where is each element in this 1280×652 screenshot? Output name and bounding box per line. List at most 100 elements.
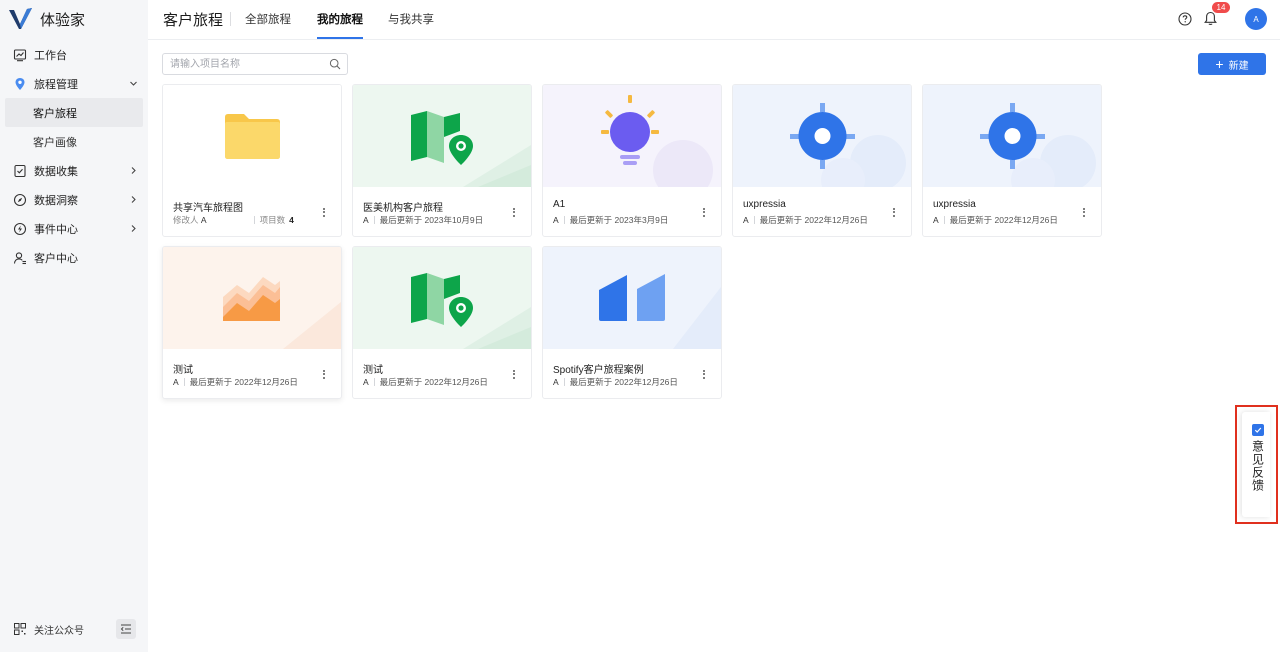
sidebar-item-label: 事件中心 — [34, 223, 78, 236]
card-thumbnail — [543, 85, 721, 187]
app-logo[interactable]: 体验家 — [8, 6, 85, 32]
journey-card[interactable]: uxpressia A 最后更新于 2022年12月26日 — [732, 84, 912, 237]
card-meta: 修改人 A 项目数 4 — [173, 214, 294, 226]
card-thumbnail — [353, 85, 531, 187]
more-options-icon[interactable] — [508, 205, 520, 219]
more-options-icon[interactable] — [698, 367, 710, 381]
card-title: A1 — [553, 199, 566, 210]
sidebar-item-label: 客户中心 — [34, 252, 78, 265]
feedback-highlight: 意见反馈 — [1235, 405, 1278, 524]
card-thumbnail — [733, 85, 911, 187]
chevron-right-icon — [128, 224, 138, 234]
card-updated: 最后更新于 2022年12月26日 — [759, 215, 868, 225]
sidebar-item-data-insight[interactable]: 数据洞察 — [0, 185, 148, 214]
more-options-icon[interactable] — [318, 205, 330, 219]
map-icon-green — [411, 273, 531, 349]
collapse-sidebar-button[interactable] — [116, 619, 136, 639]
avatar[interactable]: A — [1245, 8, 1267, 30]
modifier-label: 修改人 — [173, 215, 199, 225]
card-thumbnail — [163, 247, 341, 349]
qr-code-icon — [14, 623, 26, 635]
sidebar-item-journey-management[interactable]: 旅程管理 — [0, 69, 148, 98]
feedback-check-icon — [1252, 424, 1264, 436]
help-icon[interactable] — [1178, 12, 1192, 26]
sidebar-item-customer-center[interactable]: 客户中心 — [0, 243, 148, 272]
card-title: uxpressia — [743, 199, 786, 210]
meta-divider — [563, 378, 565, 386]
notification-badge: 14 — [1212, 2, 1230, 13]
journey-card[interactable]: 共享汽车旅程图 修改人 A 项目数 4 — [162, 84, 342, 237]
plus-icon: + — [1215, 56, 1224, 72]
journey-card[interactable]: Spotify客户旅程案例 A 最后更新于 2022年12月26日 — [542, 246, 722, 399]
more-options-icon[interactable] — [318, 367, 330, 381]
bell-icon[interactable] — [1203, 11, 1218, 26]
card-title: 测试 — [363, 365, 383, 376]
search-box[interactable] — [162, 53, 348, 75]
follow-official-account-link[interactable]: 关注公众号 — [34, 622, 116, 637]
area-chart-icon-orange — [223, 277, 341, 349]
meta-divider — [183, 378, 185, 386]
card-author: A — [553, 377, 559, 387]
sidebar-item-label: 旅程管理 — [34, 78, 78, 91]
journey-card[interactable]: uxpressia A 最后更新于 2022年12月26日 — [922, 84, 1102, 237]
folder-icon — [225, 114, 280, 159]
meta-divider — [943, 216, 945, 224]
sidebar-nav: 工作台 旅程管理 客户旅程 客户画像 数据收集 数据洞察 事件中心 客户中心 — [0, 40, 148, 272]
more-options-icon[interactable] — [888, 205, 900, 219]
card-meta: A 最后更新于 2022年12月26日 — [173, 376, 298, 388]
lightning-icon — [13, 222, 27, 236]
meta-divider — [373, 216, 375, 224]
journey-card[interactable]: 医美机构客户旅程 A 最后更新于 2023年10月9日 — [352, 84, 532, 237]
card-title: uxpressia — [933, 199, 976, 210]
card-meta: A 最后更新于 2022年12月26日 — [363, 376, 488, 388]
sidebar-item-workbench[interactable]: 工作台 — [0, 40, 148, 69]
search-icon[interactable] — [329, 58, 341, 70]
card-meta: A 最后更新于 2022年12月26日 — [553, 376, 678, 388]
more-options-icon[interactable] — [698, 205, 710, 219]
journey-card[interactable]: A1 A 最后更新于 2023年3月9日 — [542, 84, 722, 237]
card-author: A — [553, 215, 559, 225]
search-input[interactable] — [163, 54, 323, 74]
chevron-right-icon — [128, 166, 138, 176]
sidebar-item-label: 数据收集 — [34, 165, 78, 178]
sidebar-item-customer-persona[interactable]: 客户画像 — [0, 127, 148, 156]
sidebar-item-customer-journey[interactable]: 客户旅程 — [5, 98, 143, 127]
user-icon — [13, 251, 27, 265]
new-journey-button[interactable]: + 新建 — [1198, 53, 1266, 75]
tab-my-journeys[interactable]: 我的旅程 — [317, 11, 363, 39]
card-author: A — [933, 215, 939, 225]
card-author: A — [363, 377, 369, 387]
card-updated: 最后更新于 2022年12月26日 — [379, 377, 488, 387]
card-updated: 最后更新于 2022年12月26日 — [189, 377, 298, 387]
journey-card[interactable]: 测试 A 最后更新于 2022年12月26日 — [162, 246, 342, 399]
chevron-right-icon — [128, 195, 138, 205]
map-pin-icon — [13, 77, 27, 91]
card-title: 测试 — [173, 365, 193, 376]
card-title: 共享汽车旅程图 — [173, 203, 243, 214]
card-meta: A 最后更新于 2023年3月9日 — [553, 214, 668, 226]
logo-icon — [9, 8, 32, 29]
more-options-icon[interactable] — [1078, 205, 1090, 219]
card-thumbnail — [923, 85, 1101, 187]
sidebar-item-event-center[interactable]: 事件中心 — [0, 214, 148, 243]
sidebar-item-data-collection[interactable]: 数据收集 — [0, 156, 148, 185]
tab-all-journeys[interactable]: 全部旅程 — [245, 11, 291, 39]
card-author: A — [173, 377, 179, 387]
card-updated: 最后更新于 2022年12月26日 — [949, 215, 1058, 225]
sidebar-footer: 关注公众号 — [0, 618, 148, 640]
compass-icon — [13, 193, 27, 207]
meta-divider — [373, 378, 375, 386]
document-check-icon — [13, 164, 27, 178]
meta-divider — [253, 216, 255, 224]
card-updated: 最后更新于 2023年10月9日 — [379, 215, 484, 225]
journey-card[interactable]: 测试 A 最后更新于 2022年12月26日 — [352, 246, 532, 399]
card-author: A — [200, 215, 207, 225]
more-options-icon[interactable] — [508, 367, 520, 381]
feedback-button[interactable]: 意见反馈 — [1242, 412, 1270, 517]
card-updated: 最后更新于 2023年3月9日 — [569, 215, 669, 225]
tab-shared-with-me[interactable]: 与我共享 — [388, 11, 434, 39]
meta-divider — [753, 216, 755, 224]
sidebar: 体验家 工作台 旅程管理 客户旅程 客户画像 数据收集 数据洞察 事件中心 客户… — [0, 0, 148, 652]
card-thumbnail — [353, 247, 531, 349]
main-content: 客户旅程 全部旅程 我的旅程 与我共享 14 A + 新建 共享汽车旅程图 修改… — [148, 0, 1280, 652]
